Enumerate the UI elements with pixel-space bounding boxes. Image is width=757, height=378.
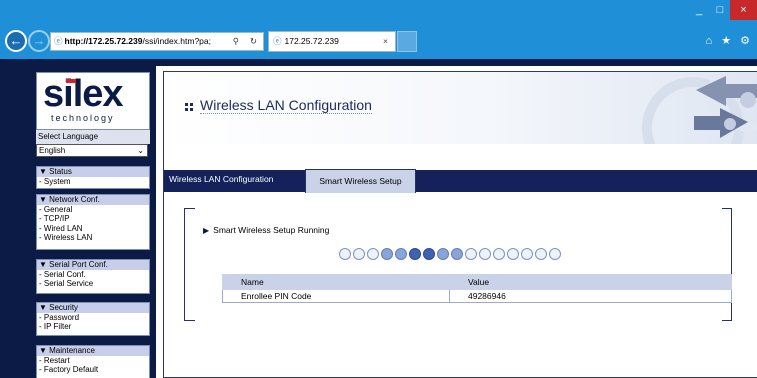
- silex-logo: silex technology: [36, 72, 150, 130]
- progress-dot: [395, 248, 407, 260]
- progress-dot: [521, 248, 533, 260]
- progress-dot: [367, 248, 379, 260]
- logo-accent: [66, 79, 76, 83]
- chevron-down-icon: ⌄: [137, 146, 144, 155]
- column-header-name: Name: [222, 274, 450, 290]
- menu-item-wireless-lan[interactable]: - Wireless LAN: [37, 233, 149, 243]
- progress-dots: [339, 248, 561, 262]
- language-value: English: [39, 146, 66, 155]
- browser-tools: ⌂ ★ ⚙: [705, 34, 753, 47]
- menu-status: ▼ Status - System: [36, 166, 150, 189]
- progress-dot: [353, 248, 365, 260]
- pin-table: Name Value Enrollee PIN Code 49286946: [222, 274, 732, 303]
- progress-dot: [479, 248, 491, 260]
- column-header-value: Value: [449, 274, 732, 290]
- ie-tab-icon: ⓔ: [273, 36, 282, 46]
- header-arrows-graphic: [642, 72, 757, 144]
- menu-header-maintenance[interactable]: ▼ Maintenance: [37, 346, 149, 356]
- progress-dot: [451, 248, 463, 260]
- menu-item-password[interactable]: - Password: [37, 313, 149, 323]
- window-titlebar: _ □ ×: [0, 0, 757, 26]
- main-content: Wireless LAN Configuration Wireless LAN …: [163, 71, 757, 378]
- title-grid-icon: [185, 103, 193, 111]
- menu-item-tcpip[interactable]: - TCP/IP: [37, 214, 149, 224]
- browser-toolbar: ← → ⓔ http://172.25.72.239/ssi/index.htm?…: [0, 26, 757, 59]
- tab-title: 172.25.72.239: [284, 36, 339, 46]
- logo-subtext: technology: [51, 113, 115, 123]
- progress-dot: [507, 248, 519, 260]
- back-button[interactable]: ←: [5, 30, 27, 52]
- cell-name: Enrollee PIN Code: [222, 289, 450, 303]
- menu-header-network[interactable]: ▼ Network Conf.: [37, 195, 149, 205]
- url-host: http://172.25.72.239: [64, 36, 143, 46]
- language-select[interactable]: English ⌄: [36, 144, 148, 157]
- progress-dot: [549, 248, 561, 260]
- menu-item-general[interactable]: - General: [37, 205, 149, 215]
- address-bar[interactable]: ⓔ http://172.25.72.239/ssi/index.htm?pa; …: [50, 32, 264, 51]
- main-header: Wireless LAN Configuration: [164, 72, 757, 144]
- menu-item-serial-conf[interactable]: - Serial Conf.: [37, 270, 149, 280]
- progress-dot: [535, 248, 547, 260]
- home-icon[interactable]: ⌂: [705, 35, 715, 47]
- new-tab-button[interactable]: [397, 31, 417, 52]
- progress-dot: [339, 248, 351, 260]
- page-top-band: [0, 59, 757, 66]
- minimize-button[interactable]: _: [688, 0, 710, 20]
- left-margin-bar: [0, 66, 30, 378]
- smart-setup-panel: ▶ Smart Wireless Setup Running Name Value…: [184, 208, 732, 321]
- panel-frame-gap: [195, 319, 722, 321]
- table-header-row: Name Value: [222, 274, 732, 290]
- progress-dot: [465, 248, 477, 260]
- browser-tab[interactable]: ⓔ 172.25.72.239 ×: [268, 31, 396, 52]
- forward-arrow-icon: →: [32, 33, 46, 48]
- menu-network: ▼ Network Conf. - General - TCP/IP - Wir…: [36, 194, 150, 250]
- close-tab-icon[interactable]: ×: [383, 32, 388, 51]
- status-text: ▶ Smart Wireless Setup Running: [203, 225, 329, 235]
- page-title: Wireless LAN Configuration: [200, 97, 372, 114]
- search-icon[interactable]: ⚲: [233, 33, 239, 50]
- forward-button[interactable]: →: [28, 30, 50, 52]
- menu-maintenance: ▼ Maintenance - Restart - Factory Defaul…: [36, 345, 150, 378]
- menu-item-serial-service[interactable]: - Serial Service: [37, 279, 149, 289]
- back-arrow-icon: ←: [9, 33, 23, 48]
- ie-page-icon: ⓔ: [54, 36, 63, 46]
- progress-dot: [493, 248, 505, 260]
- close-window-button[interactable]: ×: [730, 0, 757, 20]
- status-message: Smart Wireless Setup Running: [213, 225, 330, 235]
- favorites-star-icon[interactable]: ★: [721, 35, 734, 47]
- refresh-icon[interactable]: ↻: [250, 33, 257, 50]
- tab-smart-wireless-setup[interactable]: Smart Wireless Setup: [305, 169, 416, 193]
- menu-item-restart[interactable]: - Restart: [37, 356, 149, 366]
- progress-dot: [423, 248, 435, 260]
- url-path: /ssi/index.htm?pa;: [142, 36, 211, 46]
- menu-header-status[interactable]: ▼ Status: [37, 167, 149, 177]
- menu-item-factory-default[interactable]: - Factory Default: [37, 365, 149, 375]
- progress-dot: [381, 248, 393, 260]
- select-language-label: Select Language: [36, 130, 150, 144]
- maximize-button[interactable]: □: [710, 0, 730, 20]
- menu-header-security[interactable]: ▼ Security: [37, 303, 149, 313]
- tab-bar: Wireless LAN Configuration Smart Wireles…: [164, 169, 757, 193]
- progress-dot: [437, 248, 449, 260]
- menu-item-system[interactable]: - System: [37, 177, 149, 187]
- menu-item-wired-lan[interactable]: - Wired LAN: [37, 224, 149, 234]
- menu-serial: ▼ Serial Port Conf. - Serial Conf. - Ser…: [36, 259, 150, 294]
- menu-header-serial[interactable]: ▼ Serial Port Conf.: [37, 260, 149, 270]
- panel-frame-gap: [195, 208, 722, 210]
- logo-brand: silex: [43, 73, 124, 115]
- menu-item-ip-filter[interactable]: - IP Filter: [37, 322, 149, 332]
- progress-dot: [409, 248, 421, 260]
- table-row: Enrollee PIN Code 49286946: [222, 289, 732, 303]
- menu-security: ▼ Security - Password - IP Filter: [36, 302, 150, 336]
- play-triangle-icon: ▶: [203, 226, 210, 235]
- settings-gear-icon[interactable]: ⚙: [740, 35, 753, 47]
- cell-pin-code: 49286946: [449, 289, 732, 303]
- tab-wireless-lan-configuration[interactable]: Wireless LAN Configuration: [169, 174, 273, 184]
